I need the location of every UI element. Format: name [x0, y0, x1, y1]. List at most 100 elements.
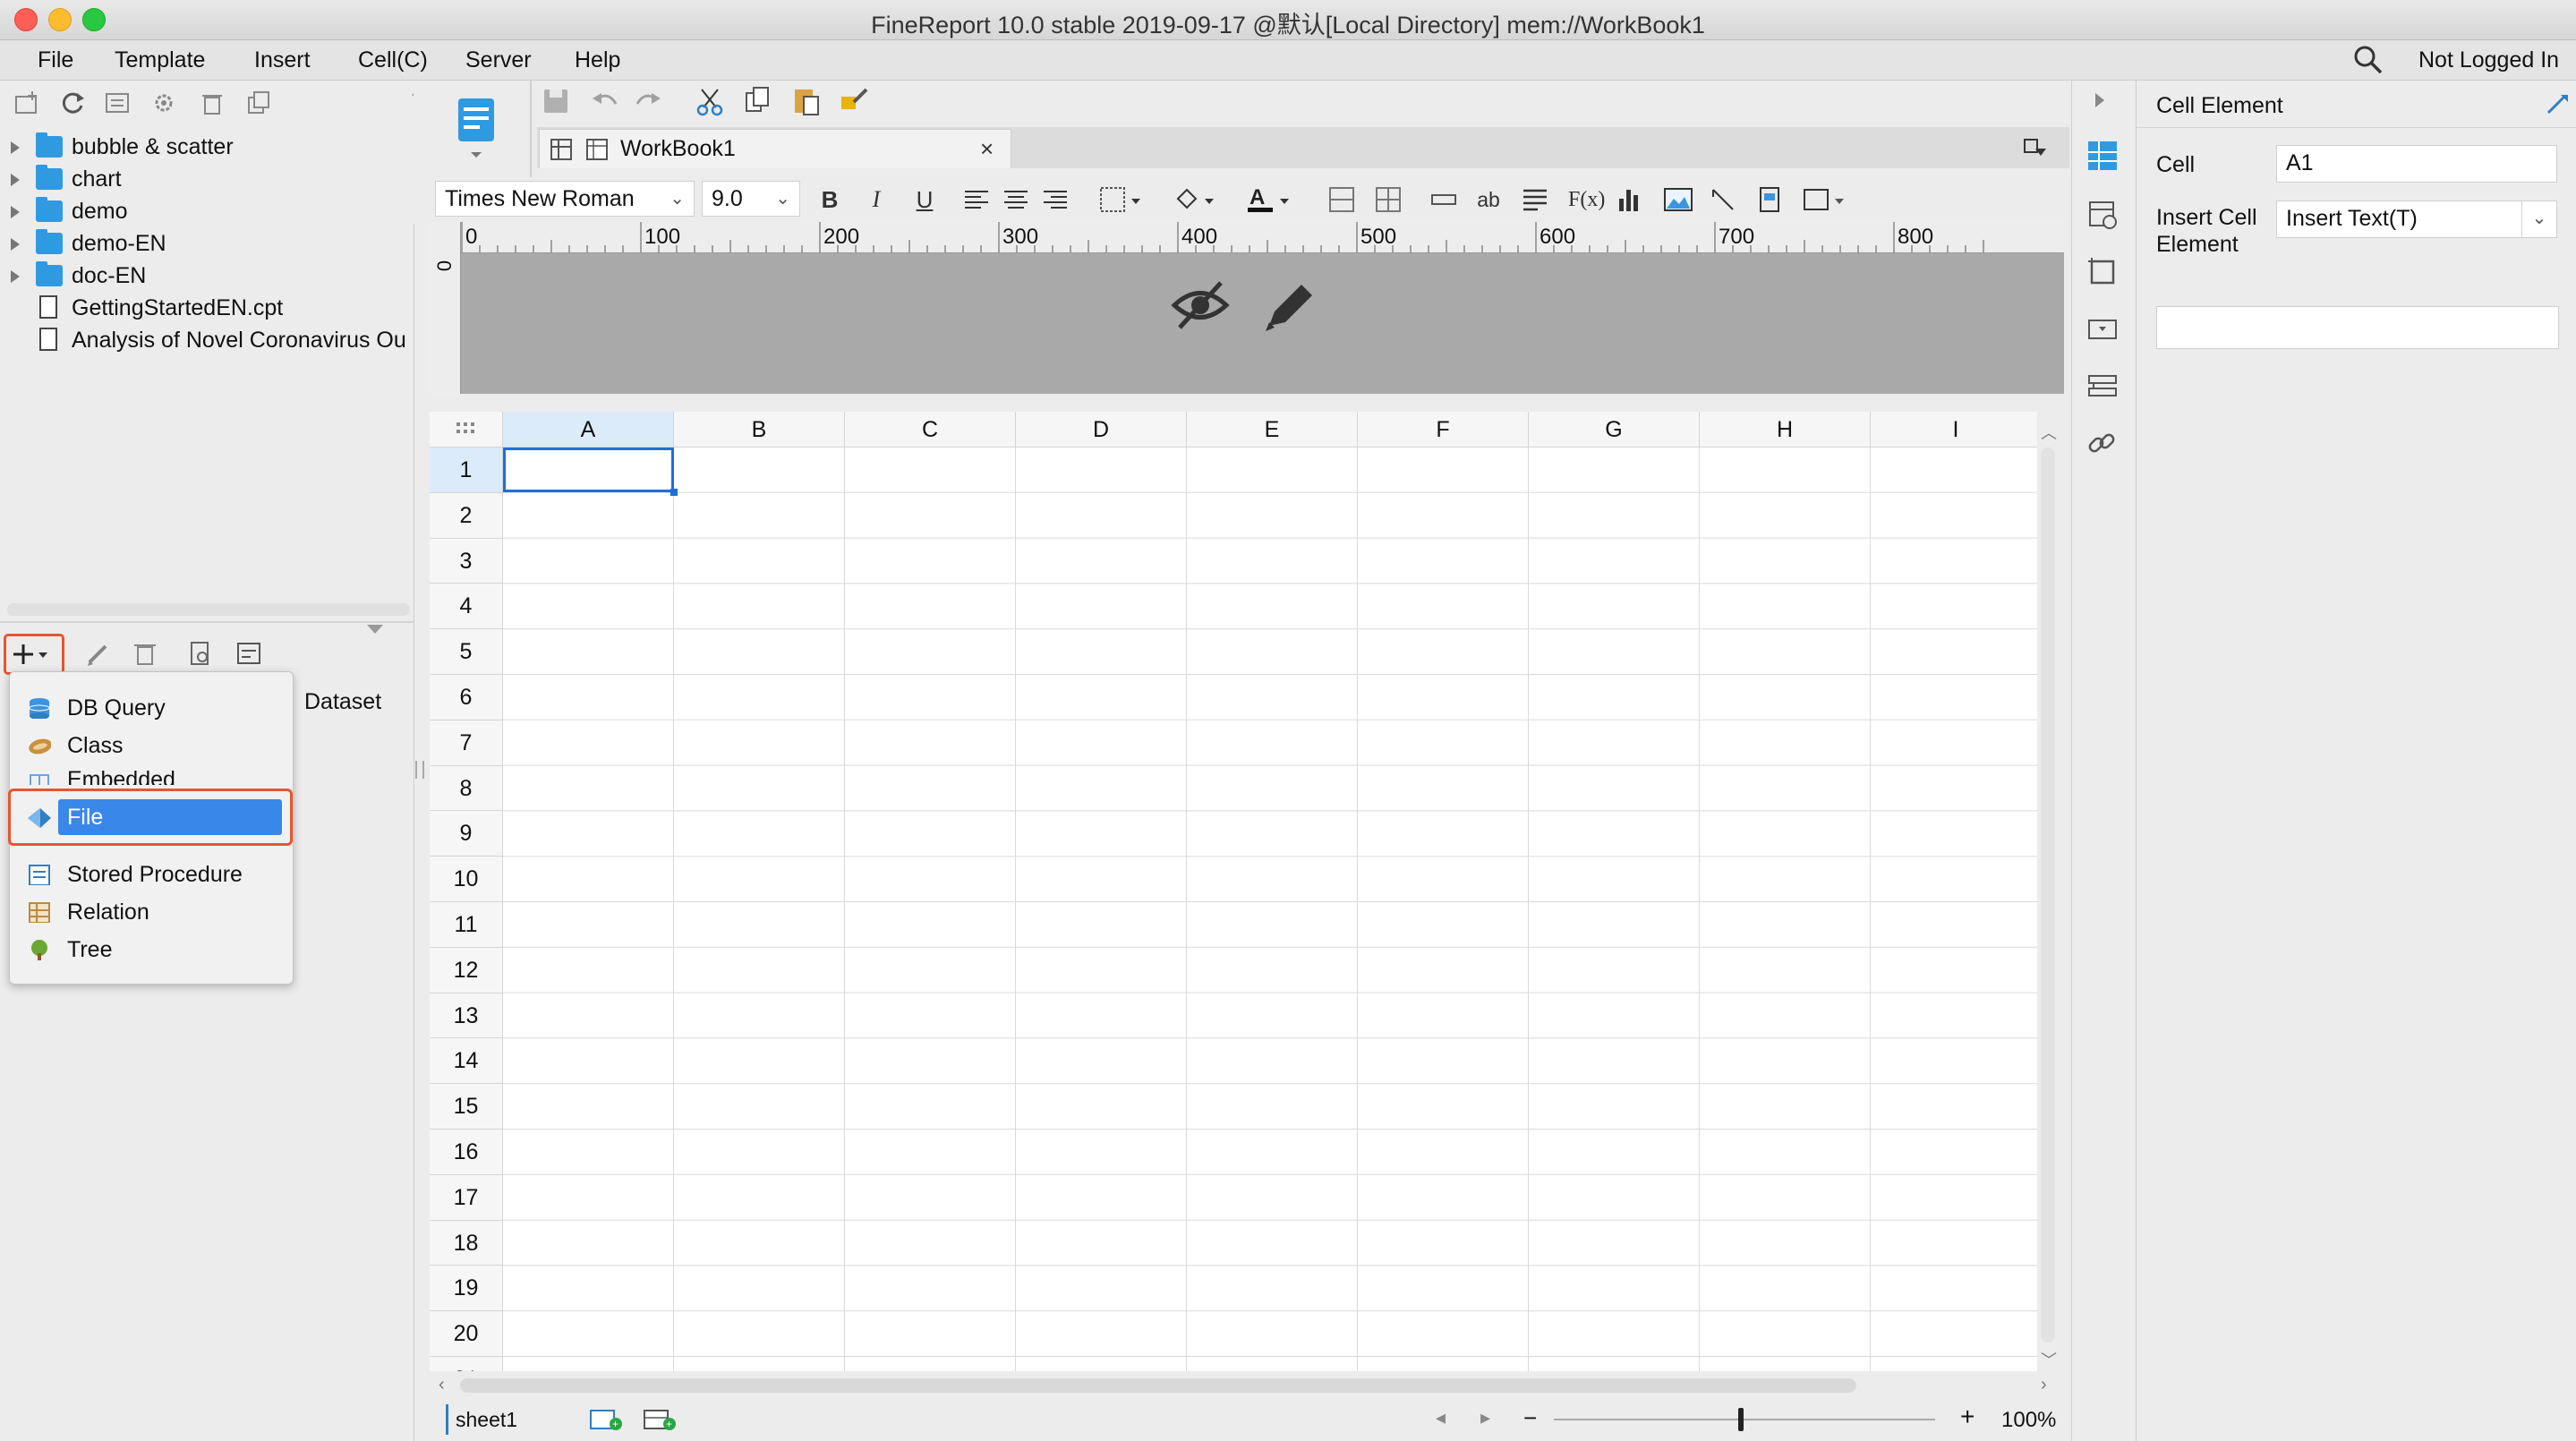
column-header[interactable]: B	[674, 412, 845, 448]
tree-item-folder[interactable]: bubble & scatter	[0, 131, 414, 163]
prev-sheet-icon[interactable]: ◂	[1436, 1406, 1446, 1429]
paste-icon[interactable]	[791, 86, 822, 116]
column-header[interactable]: C	[845, 412, 1016, 448]
save-icon[interactable]	[541, 86, 571, 116]
delete-template-icon[interactable]	[199, 90, 226, 116]
hyperlink-icon[interactable]	[2086, 428, 2119, 460]
dataset-parameter-icon[interactable]	[235, 639, 263, 668]
template-type-icon[interactable]	[455, 93, 498, 161]
font-size-select[interactable]: 9.0 ⌄	[702, 181, 800, 217]
menu-help[interactable]: Help	[567, 44, 627, 76]
refresh-icon[interactable]	[59, 90, 86, 116]
slash-icon[interactable]	[1710, 186, 1736, 213]
tree-item-file[interactable]: GettingStartedEN.cpt	[0, 292, 414, 324]
menu-insert[interactable]: Insert	[247, 44, 318, 76]
column-header[interactable]: F	[1358, 412, 1529, 448]
close-tab-icon[interactable]: ×	[980, 135, 994, 163]
template-settings-icon[interactable]	[150, 90, 177, 116]
scroll-left-icon[interactable]: ‹	[439, 1375, 445, 1395]
chart-icon[interactable]	[1616, 186, 1643, 213]
scroll-down-icon[interactable]: ﹀	[2041, 1348, 2057, 1371]
login-status[interactable]: Not Logged In	[2411, 44, 2566, 76]
row-header[interactable]: 5	[430, 629, 503, 675]
template-info-icon[interactable]	[104, 90, 131, 116]
add-polysheet-icon[interactable]: +	[643, 1408, 678, 1431]
align-left-icon[interactable]	[963, 188, 990, 211]
tab-workbook1[interactable]: WorkBook1 ×	[539, 129, 1011, 168]
menu-item-class[interactable]: Class	[10, 728, 293, 763]
row-header[interactable]: 12	[430, 947, 503, 993]
row-header[interactable]: 21	[430, 1357, 503, 1371]
row-header[interactable]: 19	[430, 1266, 503, 1312]
column-header[interactable]: D	[1016, 412, 1187, 448]
sheet-tab[interactable]: sheet1	[446, 1404, 525, 1435]
rich-text-icon[interactable]: ab	[1473, 184, 1504, 215]
column-header[interactable]: H	[1700, 412, 1871, 448]
scroll-right-icon[interactable]: ›	[2041, 1375, 2047, 1395]
row-header[interactable]: 3	[430, 538, 503, 584]
add-dataset-button[interactable]	[4, 634, 64, 675]
zoom-slider-thumb[interactable]	[1738, 1408, 1744, 1431]
italic-icon[interactable]: I	[861, 184, 891, 215]
underline-icon[interactable]: U	[909, 184, 940, 215]
menu-cell[interactable]: Cell(C)	[351, 44, 435, 76]
column-header[interactable]: E	[1187, 412, 1358, 448]
tree-item-folder[interactable]: doc-EN	[0, 260, 414, 292]
menu-item-stored-procedure[interactable]: Stored Procedure	[10, 857, 293, 892]
zoom-in-button[interactable]: +	[1960, 1403, 1975, 1431]
column-header[interactable]: A	[503, 412, 674, 448]
spreadsheet-grid[interactable]: ABCDEFGHI 1 2 3 4 5 6 7 8 9 10 11 12 13 14 15 16 17 18 19 2…	[430, 412, 2037, 1371]
insert-text-icon[interactable]	[1430, 186, 1457, 213]
border-icon[interactable]	[1099, 186, 1146, 213]
menu-item-file[interactable]: File	[58, 799, 282, 835]
scroll-thumb[interactable]	[460, 1378, 1856, 1393]
cut-icon[interactable]	[695, 86, 725, 116]
cell-element-icon[interactable]	[2086, 140, 2119, 172]
unmerge-cells-icon[interactable]	[1375, 186, 1402, 213]
expand-icon[interactable]	[11, 174, 20, 186]
scroll-track[interactable]	[2041, 448, 2055, 1343]
copy-template-icon[interactable]	[245, 90, 272, 116]
bold-icon[interactable]: B	[815, 184, 845, 215]
row-header[interactable]: 11	[430, 902, 503, 948]
wrap-text-icon[interactable]	[1522, 186, 1548, 213]
expand-icon[interactable]	[11, 238, 20, 251]
format-painter-icon[interactable]	[840, 86, 870, 116]
tree-item-folder[interactable]: demo	[0, 195, 414, 227]
menu-file[interactable]: File	[30, 44, 81, 76]
widget-settings-icon[interactable]	[2086, 313, 2119, 345]
font-family-select[interactable]: Times New Roman ⌄	[435, 181, 695, 217]
tab-menu-icon[interactable]	[2021, 136, 2048, 159]
menu-item-db-query[interactable]: DB Query	[10, 690, 293, 726]
row-header[interactable]: 1	[430, 448, 503, 493]
redo-icon[interactable]	[634, 86, 664, 116]
row-header[interactable]: 18	[430, 1220, 503, 1266]
menu-item-embedded[interactable]: Embedded	[10, 765, 293, 785]
tree-item-folder[interactable]: demo-EN	[0, 227, 414, 260]
formula-icon[interactable]: F(x)	[1568, 184, 1605, 215]
horizontal-scrollbar[interactable]	[7, 603, 410, 616]
image-icon[interactable]	[1663, 186, 1693, 213]
zoom-slider[interactable]	[1554, 1419, 1935, 1420]
next-sheet-icon[interactable]: ▸	[1480, 1406, 1490, 1429]
row-header[interactable]: 2	[430, 492, 503, 539]
row-header[interactable]: 15	[430, 1084, 503, 1130]
row-header[interactable]: 9	[430, 811, 503, 857]
copy-icon[interactable]	[743, 86, 773, 116]
sub-report-icon[interactable]	[1756, 186, 1783, 213]
undo-icon[interactable]	[589, 86, 619, 116]
row-header[interactable]: 6	[430, 675, 503, 720]
align-center-icon[interactable]	[1002, 188, 1029, 211]
row-header[interactable]: 14	[430, 1038, 503, 1085]
dataset-tab[interactable]: Dataset	[304, 686, 381, 718]
condition-attribute-icon[interactable]	[2086, 371, 2119, 403]
column-header[interactable]: G	[1529, 412, 1700, 448]
row-header[interactable]: 16	[430, 1130, 503, 1175]
expand-right-icon[interactable]	[2095, 93, 2104, 107]
font-color-icon[interactable]: A	[1246, 184, 1296, 215]
menu-item-tree[interactable]: Tree	[10, 932, 293, 968]
expand-icon[interactable]	[11, 206, 20, 218]
edit-dataset-icon[interactable]	[84, 639, 113, 668]
tree-item-file[interactable]: Analysis of Novel Coronavirus Ou	[0, 324, 414, 356]
resize-handle[interactable]	[415, 761, 424, 779]
